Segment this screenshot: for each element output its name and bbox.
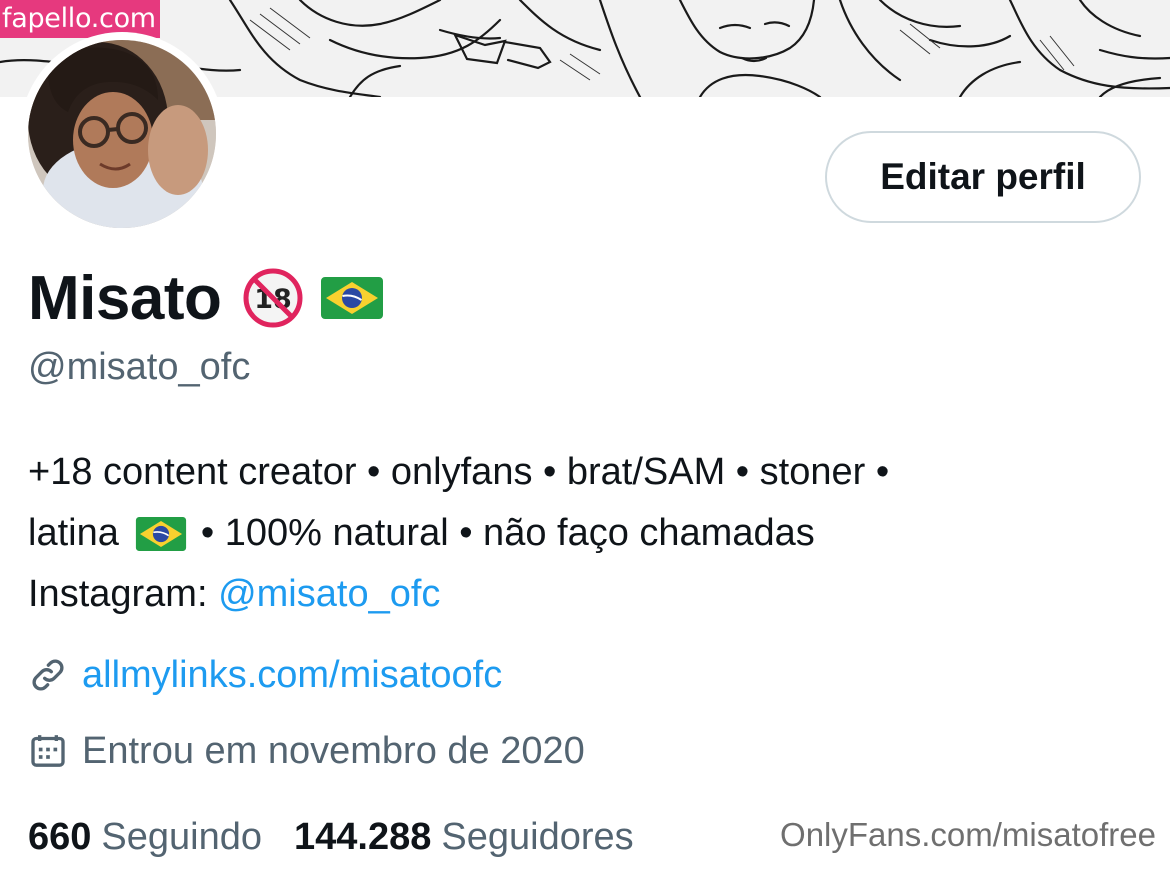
user-handle: @misato_ofc <box>28 346 251 388</box>
follow-stats: 660 Seguindo 144.288 Seguidores <box>28 812 634 862</box>
avatar-image <box>28 40 216 228</box>
link-icon <box>32 659 64 691</box>
following-count: 660 <box>28 815 92 858</box>
website-row: allmylinks.com/misatoofc <box>28 650 502 700</box>
joined-date: Entrou em novembro de 2020 <box>82 729 585 772</box>
edit-profile-button[interactable]: Editar perfil <box>825 131 1141 223</box>
instagram-label: Instagram: <box>28 573 219 615</box>
display-name: Misato <box>28 263 222 333</box>
brazil-flag-icon <box>321 277 384 319</box>
following-label: Seguindo <box>101 815 262 858</box>
bio-line-2: latina • 100% natural • não faço chamadas <box>28 503 1148 564</box>
joined-row: Entrou em novembro de 2020 <box>28 726 585 776</box>
no-under-18-emoji-icon: 18 <box>243 268 303 328</box>
calendar-icon <box>31 735 65 767</box>
followers-link[interactable]: 144.288 Seguidores <box>294 816 634 859</box>
bio-line-2-rest: • 100% natural • não faço chamadas <box>200 512 815 554</box>
following-link[interactable]: 660 Seguindo <box>28 816 262 859</box>
avatar[interactable] <box>20 32 224 236</box>
followers-count: 144.288 <box>294 815 432 858</box>
followers-label: Seguidores <box>441 815 634 858</box>
onlyfans-watermark: OnlyFans.com/misatofree <box>780 816 1156 853</box>
name-row: Misato 18 <box>28 258 384 338</box>
instagram-mention-link[interactable]: @misato_ofc <box>218 573 440 615</box>
website-link[interactable]: allmylinks.com/misatoofc <box>82 654 502 697</box>
brazil-flag-icon <box>135 517 186 551</box>
profile-bio: +18 content creator • onlyfans • brat/SA… <box>28 442 1148 625</box>
bio-line-3: Instagram: @misato_ofc <box>28 564 1148 625</box>
bio-line-2-text: latina <box>28 512 119 554</box>
bio-line-1: +18 content creator • onlyfans • brat/SA… <box>28 451 890 493</box>
